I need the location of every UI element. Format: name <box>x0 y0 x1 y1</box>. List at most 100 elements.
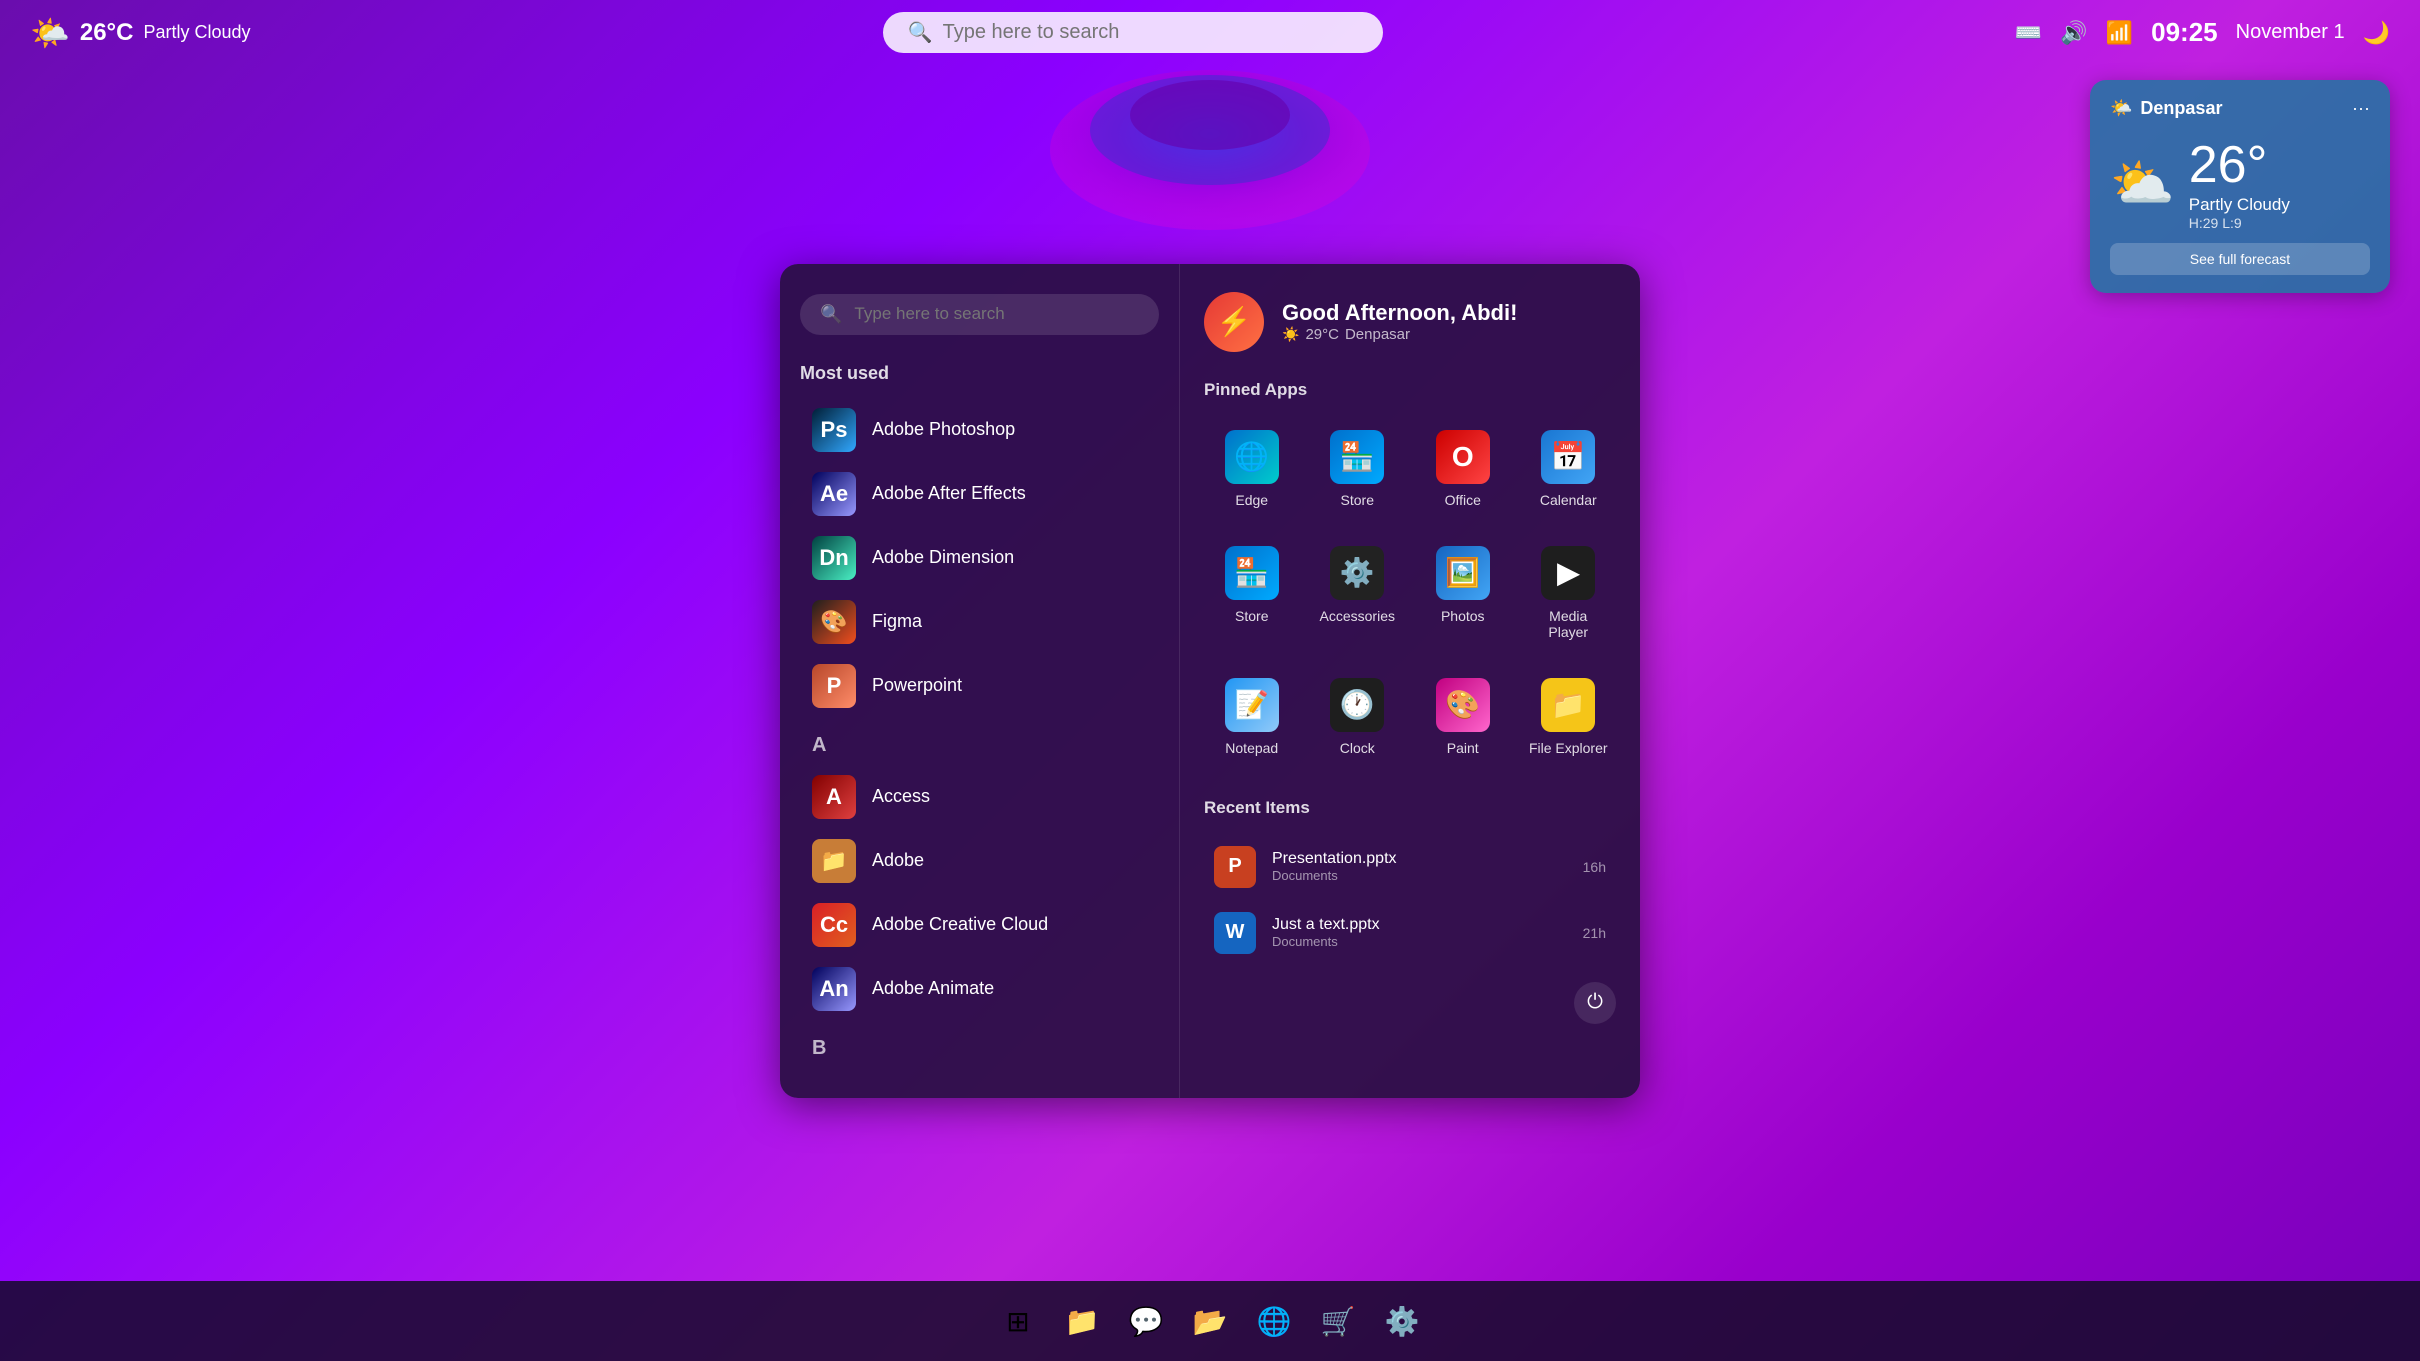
pinned-app-item[interactable]: O Office <box>1415 416 1511 522</box>
recent-item-info: Presentation.pptx Documents <box>1272 850 1567 883</box>
taskbar-icon-settings[interactable]: ⚙️ <box>1374 1293 1430 1349</box>
pinned-app-item[interactable]: 🖼️ Photos <box>1415 532 1511 654</box>
pinned-app-icon: 📅 <box>1541 430 1595 484</box>
taskbar-icon-store[interactable]: 🛒 <box>1310 1293 1366 1349</box>
alpha-app-item[interactable]: Cc Adobe Creative Cloud <box>800 893 1159 957</box>
recent-items-list: P Presentation.pptx Documents 16h W Just… <box>1204 834 1616 966</box>
power-button[interactable]: ⏻ <box>1574 982 1616 1024</box>
pinned-app-item[interactable]: ⚙️ Accessories <box>1310 532 1406 654</box>
pinned-app-icon: 📁 <box>1541 678 1595 732</box>
greeting-temp: 29°C <box>1305 326 1339 343</box>
weather-card-desc: Partly Cloudy <box>2189 195 2290 215</box>
app-icon: An <box>812 967 856 1011</box>
alpha-app-item[interactable]: An Adobe Animate <box>800 957 1159 1021</box>
alpha-app-item[interactable]: A Access <box>800 765 1159 829</box>
decorative-swirl <box>1020 60 1400 260</box>
recent-item-info: Just a text.pptx Documents <box>1272 916 1567 949</box>
pinned-app-item[interactable]: 📝 Notepad <box>1204 664 1300 770</box>
pinned-app-label: Office <box>1445 492 1481 508</box>
pinned-app-icon: ⚙️ <box>1330 546 1384 600</box>
pinned-app-icon: 🌐 <box>1225 430 1279 484</box>
recent-item-icon: W <box>1214 912 1256 954</box>
start-search-icon: 🔍 <box>820 304 842 325</box>
start-search-bar[interactable]: 🔍 <box>800 294 1159 335</box>
topbar-search-input[interactable] <box>943 21 1358 44</box>
pinned-app-label: Paint <box>1447 740 1479 756</box>
topbar-weather: 🌤️ 26°C Partly Cloudy <box>30 14 251 52</box>
alpha-app-item[interactable]: 📁 Adobe <box>800 829 1159 893</box>
moon-icon[interactable]: 🌙 <box>2363 20 2390 46</box>
app-name: Adobe <box>872 850 924 871</box>
pinned-app-label: Accessories <box>1320 608 1395 624</box>
greeting-text: Good Afternoon, Abdi! ☀️ 29°C Denpasar <box>1282 300 1517 343</box>
app-icon: A <box>812 775 856 819</box>
app-name: Adobe Animate <box>872 978 994 999</box>
topbar-search[interactable]: 🔍 <box>883 12 1383 53</box>
pinned-app-label: Store <box>1235 608 1268 624</box>
weather-card-city-icon: 🌤️ <box>2110 98 2132 119</box>
most-used-item[interactable]: Ps Adobe Photoshop <box>800 398 1159 462</box>
most-used-item[interactable]: Dn Adobe Dimension <box>800 526 1159 590</box>
pinned-app-icon: 🎨 <box>1436 678 1490 732</box>
pinned-app-icon: 📝 <box>1225 678 1279 732</box>
taskbar-icon-file-explorer[interactable]: 📁 <box>1054 1293 1110 1349</box>
wifi-icon: 📶 <box>2106 20 2133 46</box>
recent-item-time: 16h <box>1583 859 1606 875</box>
app-name: Adobe Dimension <box>872 547 1014 568</box>
pinned-app-item[interactable]: ▶ Media Player <box>1521 532 1617 654</box>
pinned-app-label: Store <box>1341 492 1374 508</box>
pinned-app-item[interactable]: 🏪 Store <box>1310 416 1406 522</box>
pinned-app-item[interactable]: 🎨 Paint <box>1415 664 1511 770</box>
app-icon: 📁 <box>812 839 856 883</box>
pinned-app-label: Media Player <box>1529 608 1609 640</box>
pinned-apps-grid: 🌐 Edge 🏪 Store O Office 📅 Calendar 🏪 Sto… <box>1204 416 1616 770</box>
taskbar: ⊞📁💬📂🌐🛒⚙️ <box>0 1281 2420 1361</box>
topbar-temp: 26°C <box>80 19 134 47</box>
taskbar-icon-start[interactable]: ⊞ <box>990 1293 1046 1349</box>
weather-card: 🌤️ Denpasar ··· ⛅ 26° Partly Cloudy H:29… <box>2090 80 2390 293</box>
pinned-app-item[interactable]: 🌐 Edge <box>1204 416 1300 522</box>
taskbar-icon-teams[interactable]: 💬 <box>1118 1293 1174 1349</box>
see-forecast-button[interactable]: See full forecast <box>2110 243 2370 275</box>
app-icon: Dn <box>812 536 856 580</box>
recent-item-time: 21h <box>1583 925 1606 941</box>
weather-card-icon: ⛅ <box>2110 153 2175 214</box>
volume-icon[interactable]: 🔊 <box>2060 20 2087 46</box>
app-name: Adobe After Effects <box>872 483 1026 504</box>
keyboard-icon: ⌨️ <box>2015 20 2042 46</box>
weather-card-more[interactable]: ··· <box>2352 98 2370 119</box>
pinned-app-item[interactable]: 🕐 Clock <box>1310 664 1406 770</box>
most-used-item[interactable]: P Powerpoint <box>800 654 1159 718</box>
pinned-app-label: Calendar <box>1540 492 1597 508</box>
pinned-app-item[interactable]: 🏪 Store <box>1204 532 1300 654</box>
app-icon: Ps <box>812 408 856 452</box>
alpha-b-label: B <box>812 1037 1159 1060</box>
recent-item-name: Just a text.pptx <box>1272 916 1567 934</box>
most-used-item[interactable]: 🎨 Figma <box>800 590 1159 654</box>
app-name: Adobe Photoshop <box>872 419 1015 440</box>
pinned-app-icon: 🏪 <box>1225 546 1279 600</box>
app-name: Access <box>872 786 930 807</box>
pinned-app-label: Edge <box>1235 492 1268 508</box>
pinned-app-icon: O <box>1436 430 1490 484</box>
most-used-item[interactable]: Ae Adobe After Effects <box>800 462 1159 526</box>
alpha-a-label: A <box>812 734 1159 757</box>
recent-item[interactable]: P Presentation.pptx Documents 16h <box>1204 834 1616 900</box>
user-avatar-icon: ⚡ <box>1217 305 1252 338</box>
taskbar-icon-files[interactable]: 📂 <box>1182 1293 1238 1349</box>
pinned-app-icon: 🖼️ <box>1436 546 1490 600</box>
app-icon: Cc <box>812 903 856 947</box>
user-avatar: ⚡ <box>1204 292 1264 352</box>
pinned-apps-title: Pinned Apps <box>1204 380 1616 400</box>
alpha-apps-list: A Access 📁 Adobe Cc Adobe Creative Cloud… <box>800 765 1159 1021</box>
topbar-right: ⌨️ 🔊 📶 09:25 November 1 🌙 <box>2015 17 2390 48</box>
pinned-app-item[interactable]: 📁 File Explorer <box>1521 664 1617 770</box>
start-search-input[interactable] <box>854 304 1139 324</box>
app-name: Figma <box>872 611 922 632</box>
pinned-app-item[interactable]: 📅 Calendar <box>1521 416 1617 522</box>
taskbar-icon-edge[interactable]: 🌐 <box>1246 1293 1302 1349</box>
pinned-app-icon: 🏪 <box>1330 430 1384 484</box>
recent-item[interactable]: W Just a text.pptx Documents 21h <box>1204 900 1616 966</box>
pinned-app-icon: ▶ <box>1541 546 1595 600</box>
pinned-app-label: Clock <box>1340 740 1375 756</box>
